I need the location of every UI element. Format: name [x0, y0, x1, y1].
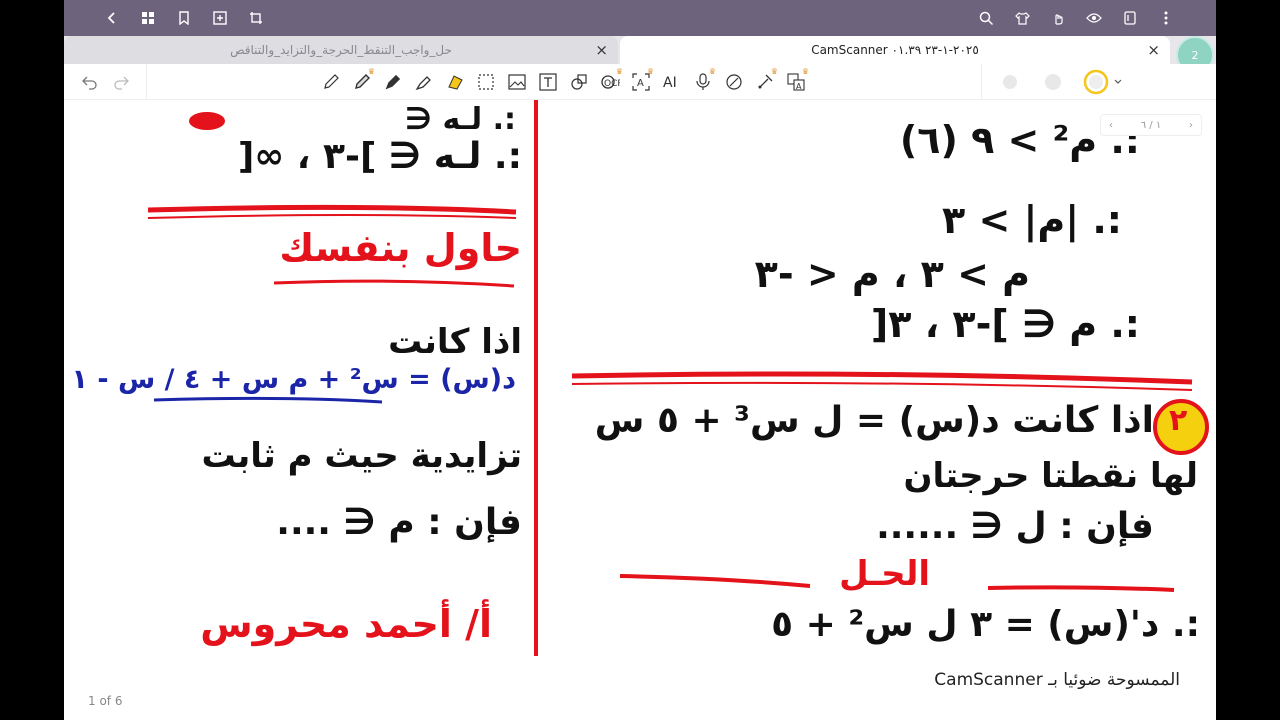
question-text: اذا كانت: [388, 322, 522, 362]
math-line: :. |م| > ٣: [942, 198, 1122, 242]
eraser-icon[interactable]: [718, 67, 749, 97]
top-bar: [64, 0, 1216, 36]
bookmark-icon[interactable]: [166, 0, 202, 36]
hand-icon[interactable]: [1040, 0, 1076, 36]
pen-icon[interactable]: [315, 67, 346, 97]
math-line: م > ٣ ، م < -٣: [754, 252, 1030, 296]
pager-label: ١ / ٦: [1140, 119, 1162, 131]
grid-icon[interactable]: [130, 0, 166, 36]
chevron-down-icon[interactable]: [1111, 67, 1125, 97]
question-text: اذا كانت د(س) = ل س³ + ٥ س: [594, 400, 1154, 441]
brush-pen-icon[interactable]: ♛: [346, 67, 377, 97]
ocr-icon[interactable]: ♛OCR: [594, 67, 625, 97]
shirt-icon[interactable]: [1004, 0, 1040, 36]
math-line: :. م ∈ ]-٣ ، ٣[: [870, 302, 1140, 346]
crop-icon[interactable]: [238, 0, 274, 36]
color-swatch-1[interactable]: [994, 67, 1025, 97]
heading: حاول بنفسك: [279, 226, 522, 270]
page-counter: 1 of 6: [88, 694, 123, 708]
tab-label: حل_واجب_التنقط_الحرجة_والتزايد_والتناقص: [230, 43, 452, 57]
image-icon[interactable]: [501, 67, 532, 97]
color-swatch-selected[interactable]: [1080, 67, 1111, 97]
svg-text:A: A: [637, 78, 644, 89]
question-text: فإن : م ∈ ....: [276, 502, 522, 543]
page-navigator: ‹ ١ / ٦ ›: [1100, 114, 1202, 136]
math-line: :. د'(س) = ٣ ل س² + ٥: [771, 604, 1200, 645]
more-icon[interactable]: [1148, 0, 1184, 36]
document-page[interactable]: :. لـه ∈ :. لـه ∈ ]-٣ ، ∞[ حاول بنفسك اذ…: [64, 100, 1216, 720]
tab-homework[interactable]: حل_واجب_التنقط_الحرجة_والتزايد_والتناقص …: [64, 36, 618, 64]
svg-text:AI: AI: [663, 75, 677, 90]
undo-icon[interactable]: [74, 67, 105, 97]
redo-icon[interactable]: [105, 67, 136, 97]
svg-text:OCR: OCR: [604, 79, 620, 89]
question-text: تزايدية حيث م ثابت: [201, 436, 522, 476]
chevron-left-icon[interactable]: ‹: [1109, 120, 1113, 131]
math-line: :. لـه ∈: [405, 102, 516, 137]
laser-pointer-icon[interactable]: ♛: [749, 67, 780, 97]
marker-icon[interactable]: [408, 67, 439, 97]
function-expression: د(س) = س² + م س + ٤ / س - ١: [71, 364, 516, 395]
question-text: فإن : ل ∈ ......: [876, 506, 1154, 547]
back-icon[interactable]: [94, 0, 130, 36]
lasso-select-icon[interactable]: [470, 67, 501, 97]
camscanner-watermark: الممسوحة ضوئيا بـ CamScanner: [934, 670, 1180, 690]
ai-icon[interactable]: AI: [656, 67, 687, 97]
question-number: ٢: [1169, 403, 1188, 438]
chevron-right-icon[interactable]: ›: [1189, 120, 1193, 131]
tab-label: CamScanner ٢٠٢٥-١-٢٣ ٠١.٣٩: [811, 43, 979, 57]
color-swatch-2[interactable]: [1037, 67, 1068, 97]
tab-camscanner[interactable]: CamScanner ٢٠٢٥-١-٢٣ ٠١.٣٩ ×: [620, 36, 1170, 64]
close-icon[interactable]: ×: [595, 41, 608, 59]
add-page-icon[interactable]: [202, 0, 238, 36]
search-icon[interactable]: [968, 0, 1004, 36]
app-window: حل_واجب_التنقط_الحرجة_والتزايد_والتناقص …: [64, 0, 1216, 720]
scan-text-icon[interactable]: ♛ A: [625, 67, 656, 97]
author-signature: أ/ أحمد محروس: [200, 602, 492, 646]
close-icon[interactable]: ×: [1147, 41, 1160, 59]
translate-icon[interactable]: ♛ A: [780, 67, 811, 97]
shapes-icon[interactable]: [563, 67, 594, 97]
question-text: لها نقطتا حرجتان: [903, 456, 1198, 496]
document-icon[interactable]: [1112, 0, 1148, 36]
fountain-pen-icon[interactable]: [377, 67, 408, 97]
eye-icon[interactable]: [1076, 0, 1112, 36]
annotation-toolbar: ♛ ♛OCR ♛A AI ♛ ♛ ♛A: [64, 63, 1216, 100]
highlighter-icon[interactable]: [439, 67, 470, 97]
math-line: :. لـه ∈ ]-٣ ، ∞[: [237, 136, 522, 177]
microphone-icon[interactable]: ♛: [687, 67, 718, 97]
text-box-icon[interactable]: [532, 67, 563, 97]
svg-text:A: A: [796, 82, 802, 91]
tab-bar: حل_واجب_التنقط_الحرجة_والتزايد_والتناقص …: [64, 36, 1216, 64]
solution-heading: الحـل: [839, 554, 930, 594]
